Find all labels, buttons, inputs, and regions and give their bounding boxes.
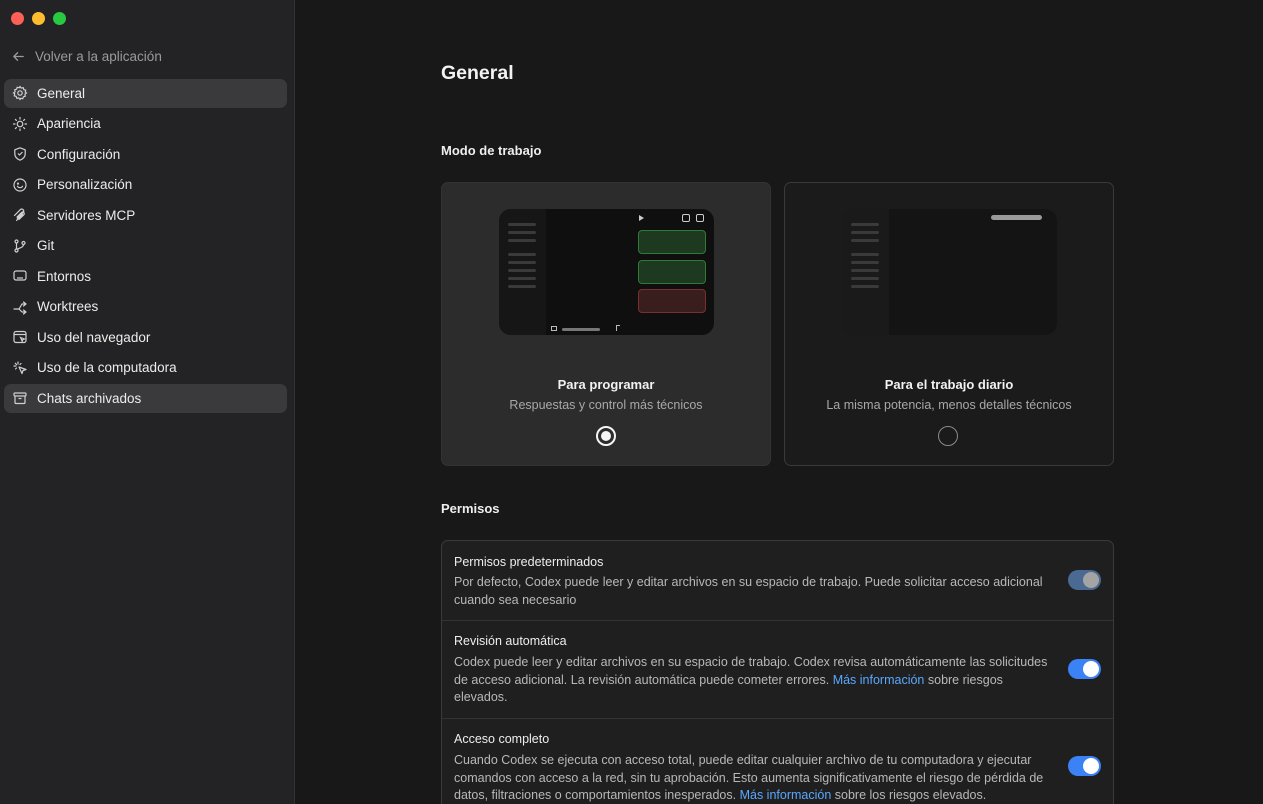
worktree-icon: [13, 301, 27, 315]
sidebar-item-computer-use[interactable]: Uso de la computadora: [4, 354, 287, 383]
archive-icon: [13, 392, 27, 405]
work-mode-heading: Modo de trabajo: [441, 143, 542, 158]
sidebar-item-label: Apariencia: [37, 116, 101, 132]
sidebar-item-label: Uso del navegador: [37, 329, 151, 345]
close-window-button[interactable]: [11, 12, 24, 25]
sidebar-item-label: Worktrees: [37, 299, 99, 315]
permission-title: Permisos predeterminados: [454, 555, 604, 569]
sidebar-item-archived-chats[interactable]: Chats archivados: [4, 384, 287, 413]
permission-title: Revisión automática: [454, 634, 567, 648]
daily-work-preview-image: [842, 209, 1057, 335]
permission-row-full-access: Acceso completo Cuando Codex se ejecuta …: [442, 719, 1113, 804]
default-permissions-toggle[interactable]: [1068, 570, 1101, 590]
gear-icon: [12, 85, 28, 101]
sidebar-item-label: Uso de la computadora: [37, 360, 177, 376]
monitor-icon: [13, 270, 27, 281]
settings-main: General Modo de trabajo Para programar R…: [295, 0, 1263, 804]
permission-description: Cuando Codex se ejecuta con acceso total…: [454, 752, 1054, 804]
permission-row-auto-review: Revisión automática Codex puede leer y e…: [442, 621, 1113, 719]
permission-row-default: Permisos predeterminados Por defecto, Co…: [442, 541, 1113, 621]
mode-card-programming[interactable]: Para programar Respuestas y control más …: [441, 182, 771, 466]
back-to-app-link[interactable]: Volver a la aplicación: [11, 46, 162, 66]
auto-review-toggle[interactable]: [1068, 659, 1101, 679]
permission-title: Acceso completo: [454, 732, 550, 746]
sidebar-item-browser-use[interactable]: Uso del navegador: [4, 323, 287, 352]
mode-name: Para el trabajo diario: [884, 377, 1014, 392]
shield-icon: [14, 147, 26, 162]
zoom-window-button[interactable]: [53, 12, 66, 25]
smile-icon: [13, 178, 27, 192]
browser-icon: [13, 331, 27, 344]
mode-radio-programming[interactable]: [596, 426, 616, 446]
sidebar-item-label: Servidores MCP: [37, 207, 136, 223]
permission-description: Por defecto, Codex puede leer y editar a…: [454, 575, 1043, 607]
sidebar-item-label: Configuración: [37, 146, 121, 162]
back-label: Volver a la aplicación: [35, 48, 162, 64]
window-controls: [11, 12, 66, 25]
sidebar-item-worktrees[interactable]: Worktrees: [4, 293, 287, 322]
full-access-toggle[interactable]: [1068, 756, 1101, 776]
settings-nav: General Apariencia Configuración Persona…: [4, 79, 287, 415]
description-text: sobre los riesgos elevados.: [831, 788, 987, 802]
cursor-click-icon: [13, 361, 27, 374]
sidebar-item-mcp-servers[interactable]: Servidores MCP: [4, 201, 287, 230]
permissions-list: Permisos predeterminados Por defecto, Co…: [441, 540, 1114, 804]
mode-description: Respuestas y control más técnicos: [509, 398, 703, 412]
permission-description: Codex puede leer y editar archivos en su…: [454, 654, 1054, 707]
sun-icon: [12, 116, 28, 131]
minimize-window-button[interactable]: [32, 12, 45, 25]
mode-radio-daily-work[interactable]: [938, 426, 958, 446]
sidebar-item-label: Entornos: [37, 268, 92, 284]
sidebar-item-label: Chats archivados: [37, 390, 142, 406]
learn-more-link[interactable]: Más información: [833, 673, 925, 687]
arrow-left-icon: [13, 51, 24, 61]
sidebar-item-appearance[interactable]: Apariencia: [4, 110, 287, 139]
sidebar-item-label: Personalización: [37, 177, 133, 193]
git-branch-icon: [14, 239, 26, 253]
mode-description: La misma potencia, menos detalles técnic…: [826, 398, 1072, 412]
programming-preview-image: [499, 209, 714, 335]
learn-more-link[interactable]: Más información: [740, 788, 832, 802]
mode-card-daily-work[interactable]: Para el trabajo diario La misma potencia…: [784, 182, 1114, 466]
sidebar-item-label: Git: [37, 238, 55, 254]
sidebar-item-personalization[interactable]: Personalización: [4, 171, 287, 200]
sidebar-item-general[interactable]: General: [4, 79, 287, 108]
sidebar-item-label: General: [37, 85, 86, 101]
page-title: General: [441, 62, 514, 84]
sidebar-item-git[interactable]: Git: [4, 232, 287, 261]
plug-icon: [13, 208, 25, 222]
sidebar: Volver a la aplicación General Aparienci…: [0, 0, 295, 804]
sidebar-item-configuration[interactable]: Configuración: [4, 140, 287, 169]
sidebar-item-environments[interactable]: Entornos: [4, 262, 287, 291]
permissions-heading: Permisos: [441, 501, 500, 516]
mode-name: Para programar: [557, 377, 655, 392]
